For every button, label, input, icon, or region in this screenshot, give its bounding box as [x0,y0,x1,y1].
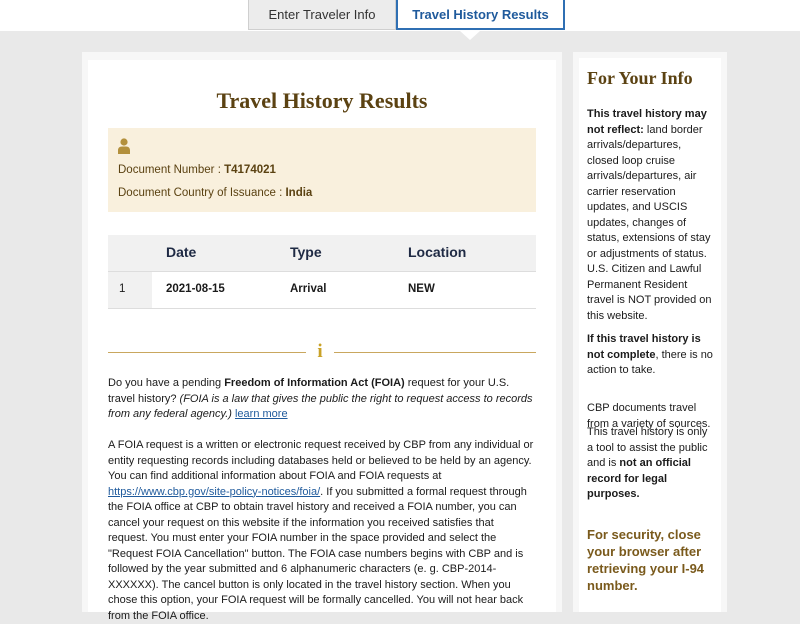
foia-body-part1: A FOIA request is a written or electroni… [108,439,534,482]
sidebar-title: For Your Info [587,68,693,88]
learn-more-link[interactable]: learn more [235,408,288,420]
foia-policy-link[interactable]: https://www.cbp.gov/site-policy-notices/… [108,486,320,498]
foia-intro-bold: Freedom of Information Act (FOIA) [224,377,405,389]
table-row: 1 2021-08-15 Arrival NEW [108,271,536,309]
person-icon [118,138,130,154]
document-number-value: T4174021 [224,164,276,176]
document-info-box: Document Number : T4174021 Document Coun… [108,128,536,212]
column-header-date: Date [166,244,197,260]
security-notice: For security, close your browser after r… [587,527,705,593]
results-panel: Travel History Results Document Number :… [82,52,562,622]
column-header-type: Type [290,244,322,260]
foia-intro-pre: Do you have a pending [108,377,225,389]
sidebar-disclaimer-text: land border arrivals/departures, closed … [587,123,712,322]
table-header: Date Type Location [108,235,536,271]
sidebar-disclaimer: This travel history may not reflect: lan… [587,107,715,324]
document-country-value: India [285,187,313,199]
active-tab-pointer [460,31,480,40]
foia-intro: Do you have a pending Freedom of Informa… [108,376,536,423]
page-title: Travel History Results [216,88,428,113]
info-sidebar: For Your Info This travel history may no… [573,52,727,612]
document-number: Document Number : T4174021 [118,164,276,176]
info-sidebar-card: For Your Info This travel history may no… [579,58,721,612]
document-number-label: Document Number : [118,164,225,176]
info-icon: i [306,341,334,363]
tab-enter-traveler-info[interactable]: Enter Traveler Info [248,0,396,30]
tab-travel-history-results[interactable]: Travel History Results [396,0,565,30]
document-country-label: Document Country of Issuance : [118,187,286,199]
row-index-cell [108,272,152,308]
document-country: Document Country of Issuance : India [118,187,312,199]
foia-body-part2: . If you submitted a formal request thro… [108,485,527,622]
sidebar-incomplete-note: If this travel history is not complete, … [587,332,715,379]
travel-history-table: Date Type Location 1 2021-08-15 Arrival … [108,235,536,309]
row-date: 2021-08-15 [166,283,225,295]
sidebar-tool-note: This travel history is only a tool to as… [587,425,715,503]
row-index: 1 [119,283,126,295]
foia-body: A FOIA request is a written or electroni… [108,438,536,624]
row-type: Arrival [290,283,327,295]
results-card: Travel History Results Document Number :… [88,60,556,622]
row-location: NEW [408,283,435,295]
column-header-location: Location [408,244,467,260]
